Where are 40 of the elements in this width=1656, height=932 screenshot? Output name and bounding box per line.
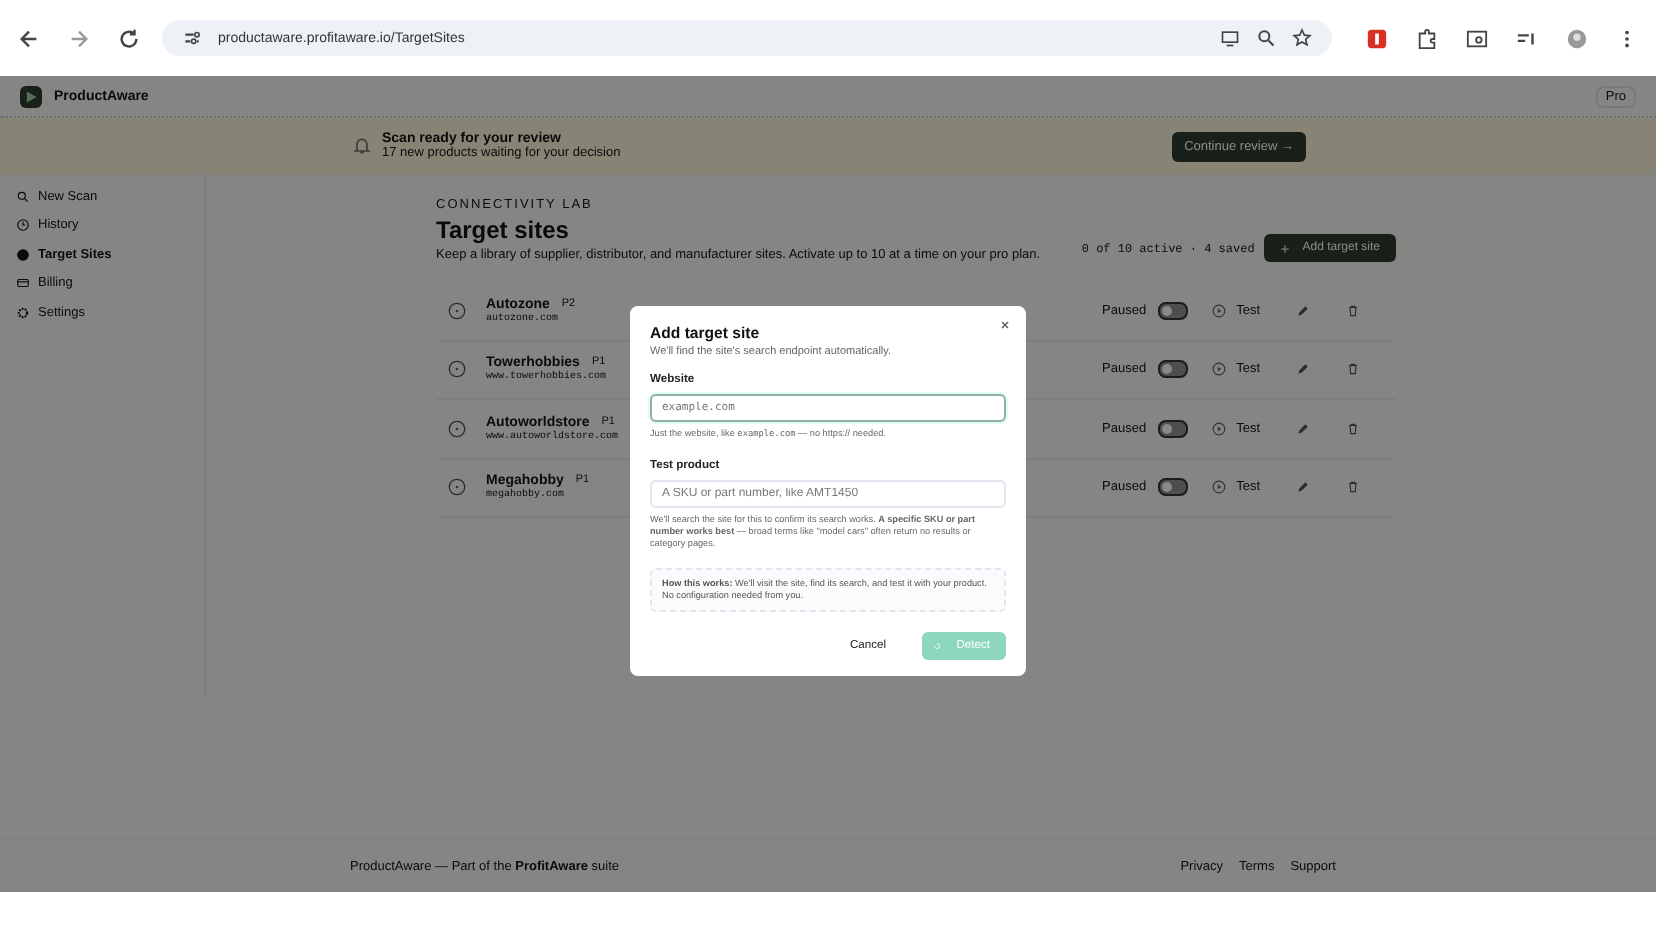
logo-icon [20,85,42,107]
delete-icon[interactable] [1346,303,1360,318]
avatar-icon[interactable] [1566,27,1588,49]
spinner-icon [934,640,941,652]
star-icon[interactable] [1292,28,1312,48]
circle-icon [448,478,466,497]
delete-icon[interactable] [1346,362,1360,377]
bell-icon [352,136,372,156]
circle-icon [448,360,466,379]
delete-icon[interactable] [1346,421,1360,436]
card-icon [16,276,30,291]
edit-icon[interactable] [1296,421,1310,436]
active-toggle[interactable] [1158,419,1189,438]
play-icon [1212,480,1227,495]
circle-icon [448,301,466,320]
active-toggle[interactable] [1158,301,1189,320]
extension-icon[interactable] [1366,27,1388,49]
delete-icon[interactable] [1346,480,1360,495]
reload-icon[interactable] [118,27,140,49]
search-icon [16,189,30,204]
plus-icon [1280,243,1291,253]
forward-icon[interactable] [68,27,90,49]
puzzle-icon[interactable] [1416,27,1438,49]
edit-icon[interactable] [1296,362,1310,377]
play-icon [1212,362,1227,377]
settings-icon [16,305,30,320]
zoom-icon[interactable] [1256,28,1276,48]
circle-icon [448,419,466,438]
back-icon[interactable] [18,27,40,49]
active-toggle[interactable] [1158,478,1189,497]
edit-icon[interactable] [1296,480,1310,495]
page-title: Target sites [436,216,571,244]
screen-icon[interactable] [1220,28,1240,48]
close-icon[interactable] [1000,320,1010,330]
active-toggle[interactable] [1158,360,1189,379]
edit-icon[interactable] [1296,303,1310,318]
play-icon [1212,421,1227,436]
site-info-icon[interactable] [182,28,202,48]
play-icon [1212,303,1227,318]
clock-icon [16,218,30,233]
